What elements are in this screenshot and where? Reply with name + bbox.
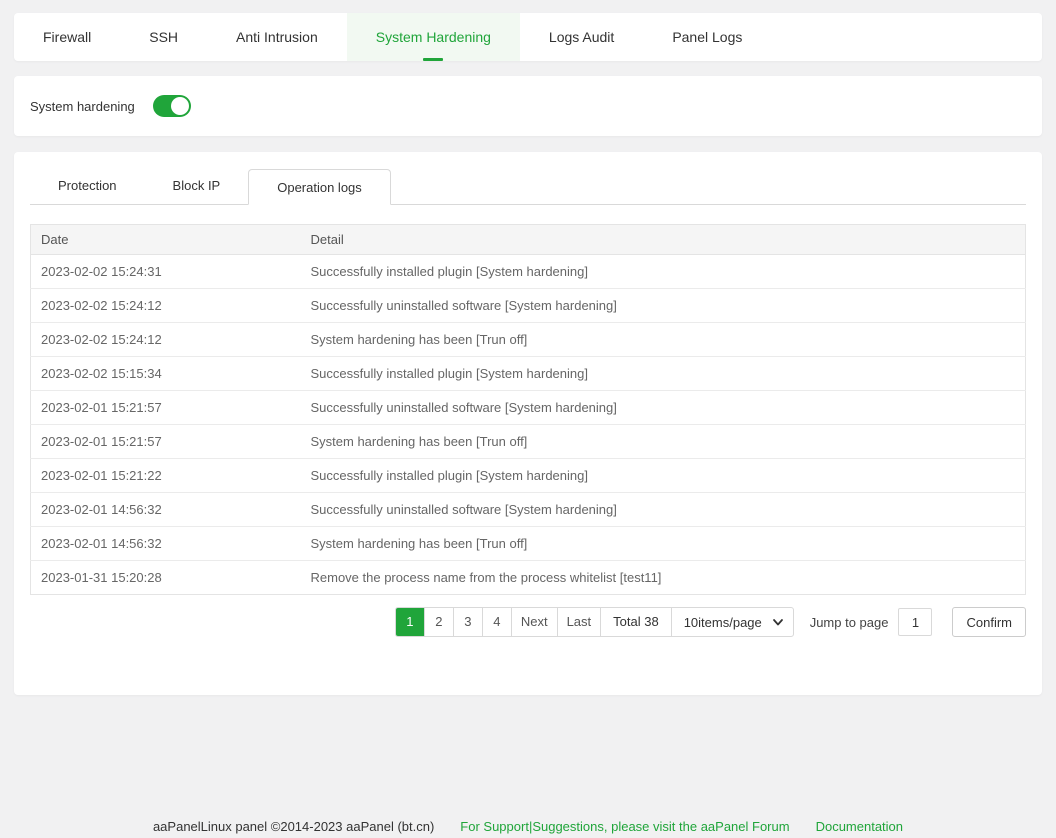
log-detail: Successfully installed plugin [System ha… [301, 357, 1026, 391]
log-date: 2023-02-01 15:21:57 [31, 391, 301, 425]
table-row: 2023-02-02 15:24:12 System hardening has… [31, 323, 1026, 357]
log-date: 2023-02-01 14:56:32 [31, 527, 301, 561]
footer: aaPanelLinux panel ©2014-2023 aaPanel (b… [0, 819, 1056, 834]
page-button-1[interactable]: 1 [396, 608, 425, 636]
confirm-button[interactable]: Confirm [952, 607, 1026, 637]
table-row: 2023-02-02 15:24:31 Successfully install… [31, 255, 1026, 289]
page-button-3[interactable]: 3 [454, 608, 483, 636]
pagination: 1 2 3 4 Next Last Total 38 10items/page … [30, 607, 1026, 637]
column-header-date: Date [31, 225, 301, 255]
table-row: 2023-02-01 15:21:57 Successfully uninsta… [31, 391, 1026, 425]
log-date: 2023-02-02 15:15:34 [31, 357, 301, 391]
log-detail: Successfully installed plugin [System ha… [301, 255, 1026, 289]
table-row: 2023-02-01 14:56:32 System hardening has… [31, 527, 1026, 561]
log-date: 2023-02-02 15:24:31 [31, 255, 301, 289]
log-date: 2023-02-01 15:21:22 [31, 459, 301, 493]
system-hardening-toggle[interactable] [153, 95, 191, 117]
jump-to-page-input[interactable] [898, 608, 932, 636]
table-row: 2023-01-31 15:20:28 Remove the process n… [31, 561, 1026, 595]
footer-docs-link[interactable]: Documentation [816, 819, 903, 834]
operation-logs-table: Date Detail 2023-02-02 15:24:31 Successf… [30, 224, 1026, 595]
log-detail: Successfully uninstalled software [Syste… [301, 493, 1026, 527]
table-row: 2023-02-02 15:24:12 Successfully uninsta… [31, 289, 1026, 323]
jump-to-page-label: Jump to page [810, 615, 889, 630]
inner-tabbar: Protection Block IP Operation logs [30, 168, 1026, 205]
table-row: 2023-02-01 15:21:22 Successfully install… [31, 459, 1026, 493]
next-page-button[interactable]: Next [512, 608, 558, 636]
log-detail: Successfully uninstalled software [Syste… [301, 289, 1026, 323]
log-detail: System hardening has been [Trun off] [301, 527, 1026, 561]
log-date: 2023-02-01 14:56:32 [31, 493, 301, 527]
tab-logs-audit[interactable]: Logs Audit [520, 13, 643, 61]
log-detail: Remove the process name from the process… [301, 561, 1026, 595]
log-date: 2023-02-02 15:24:12 [31, 289, 301, 323]
column-header-detail: Detail [301, 225, 1026, 255]
log-detail: System hardening has been [Trun off] [301, 323, 1026, 357]
table-row: 2023-02-01 15:21:57 System hardening has… [31, 425, 1026, 459]
footer-copyright: aaPanelLinux panel ©2014-2023 aaPanel (b… [153, 819, 434, 834]
page-button-4[interactable]: 4 [483, 608, 512, 636]
tab-system-hardening-label: System Hardening [376, 29, 491, 45]
tab-ssh[interactable]: SSH [120, 13, 207, 61]
last-page-button[interactable]: Last [558, 608, 602, 636]
top-tabbar: Firewall SSH Anti Intrusion System Harde… [14, 13, 1042, 61]
page-size-select[interactable]: 10items/page [672, 608, 793, 636]
log-detail: Successfully installed plugin [System ha… [301, 459, 1026, 493]
page-size-select-wrap: 10items/page [672, 608, 793, 636]
table-row: 2023-02-02 15:15:34 Successfully install… [31, 357, 1026, 391]
toggle-knob [171, 97, 189, 115]
tab-system-hardening[interactable]: System Hardening [347, 13, 520, 61]
main-content-card: Protection Block IP Operation logs Date … [14, 152, 1042, 695]
tab-panel-logs[interactable]: Panel Logs [643, 13, 771, 61]
tab-firewall[interactable]: Firewall [14, 13, 120, 61]
active-tab-indicator [423, 58, 443, 61]
table-header-row: Date Detail [31, 225, 1026, 255]
tab-block-ip[interactable]: Block IP [145, 168, 249, 204]
log-date: 2023-01-31 15:20:28 [31, 561, 301, 595]
footer-support-link[interactable]: For Support|Suggestions, please visit th… [460, 819, 789, 834]
pagination-group: 1 2 3 4 Next Last Total 38 10items/page [395, 607, 794, 637]
tab-protection[interactable]: Protection [30, 168, 145, 204]
log-detail: System hardening has been [Trun off] [301, 425, 1026, 459]
log-detail: Successfully uninstalled software [Syste… [301, 391, 1026, 425]
log-date: 2023-02-02 15:24:12 [31, 323, 301, 357]
page-button-2[interactable]: 2 [425, 608, 454, 636]
tab-anti-intrusion[interactable]: Anti Intrusion [207, 13, 347, 61]
log-date: 2023-02-01 15:21:57 [31, 425, 301, 459]
total-count: Total 38 [601, 608, 672, 636]
table-row: 2023-02-01 14:56:32 Successfully uninsta… [31, 493, 1026, 527]
system-hardening-card: System hardening [14, 76, 1042, 136]
tab-operation-logs[interactable]: Operation logs [248, 169, 391, 205]
system-hardening-label: System hardening [30, 99, 135, 114]
